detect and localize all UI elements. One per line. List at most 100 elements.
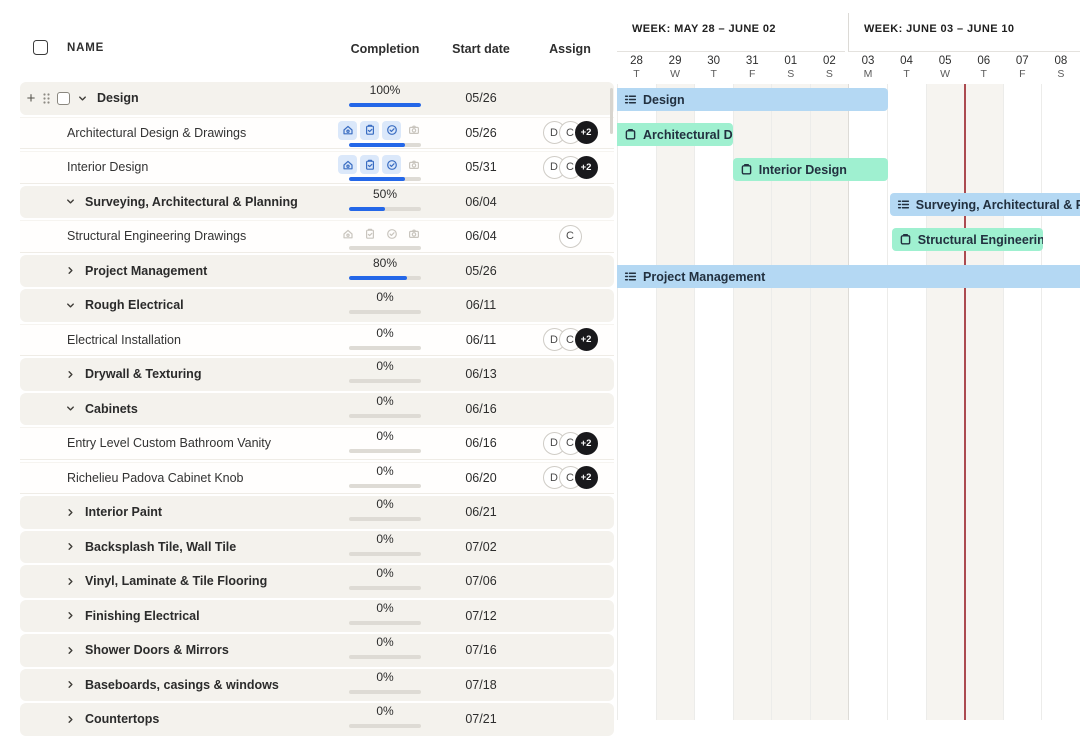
task-name[interactable]: Drywall & Texturing: [85, 367, 201, 381]
task-name[interactable]: Rough Electrical: [85, 298, 184, 312]
assignee-cell[interactable]: [520, 255, 620, 288]
camera-icon[interactable]: [404, 155, 423, 174]
gantt-bar[interactable]: Design: [617, 88, 888, 111]
assignee-cell[interactable]: DC+2: [520, 428, 620, 459]
home-icon[interactable]: [338, 121, 357, 140]
table-row[interactable]: Shower Doors & Mirrors 0%07/16: [20, 634, 614, 667]
row-checkbox[interactable]: [57, 92, 70, 105]
day-header[interactable]: 28T: [617, 55, 656, 80]
camera-icon[interactable]: [404, 121, 423, 140]
table-row[interactable]: Surveying, Architectural & Planning50%06…: [20, 186, 614, 219]
day-header[interactable]: 08S: [1041, 55, 1080, 80]
task-name[interactable]: Shower Doors & Mirrors: [85, 643, 229, 657]
home-icon[interactable]: [338, 224, 357, 243]
completion-cell[interactable]: 80%: [330, 255, 440, 288]
day-header[interactable]: 01S: [771, 55, 810, 80]
chevron-down-icon[interactable]: [64, 299, 76, 311]
assignee-cell[interactable]: [520, 393, 620, 426]
table-row[interactable]: Entry Level Custom Bathroom Vanity0%06/1…: [20, 427, 614, 460]
gantt-bar[interactable]: Architectural Design & Drawings: [617, 123, 733, 146]
completion-cell[interactable]: 0%: [330, 463, 440, 494]
day-header[interactable]: 02S: [810, 55, 849, 80]
completion-cell[interactable]: 0%: [330, 428, 440, 459]
chevron-right-icon[interactable]: [64, 644, 76, 656]
start-date-cell[interactable]: 07/16: [436, 634, 526, 667]
gantt-bar[interactable]: Surveying, Architectural & Planning: [890, 193, 1080, 216]
chevron-right-icon[interactable]: [64, 610, 76, 622]
completion-cell[interactable]: [330, 221, 440, 252]
start-date-cell[interactable]: 06/11: [436, 325, 526, 356]
assignee-cell[interactable]: [520, 600, 620, 633]
chevron-right-icon[interactable]: [64, 265, 76, 277]
completion-cell[interactable]: 0%: [330, 496, 440, 529]
chevron-down-icon[interactable]: [64, 196, 76, 208]
gantt-bar[interactable]: Structural Engineering Drawings: [892, 228, 1044, 251]
check-badge-icon[interactable]: [382, 155, 401, 174]
task-name[interactable]: Interior Design: [67, 160, 148, 174]
task-name[interactable]: Design: [97, 91, 139, 105]
completion-cell[interactable]: 0%: [330, 669, 440, 702]
clipboard-check-icon[interactable]: [360, 155, 379, 174]
gantt-bar[interactable]: Interior Design: [733, 158, 888, 181]
start-date-cell[interactable]: 07/06: [436, 565, 526, 598]
assignee-cell[interactable]: DC+2: [520, 325, 620, 356]
chevron-right-icon[interactable]: [64, 713, 76, 725]
table-row[interactable]: Project Management 80%05/26: [20, 255, 614, 288]
table-row[interactable]: Structural Engineering Drawings06/04C: [20, 220, 614, 253]
completion-cell[interactable]: 0%: [330, 325, 440, 356]
chevron-down-icon[interactable]: [64, 403, 76, 415]
assignee-cell[interactable]: [520, 669, 620, 702]
table-row[interactable]: Backsplash Tile, Wall Tile0%07/02: [20, 531, 614, 564]
completion-cell[interactable]: 0%: [330, 565, 440, 598]
start-date-cell[interactable]: 06/16: [436, 428, 526, 459]
assignee-overflow-badge[interactable]: +2: [575, 466, 598, 489]
start-date-cell[interactable]: 06/21: [436, 496, 526, 529]
table-row[interactable]: Drywall & Texturing0%06/13: [20, 358, 614, 391]
assignee-overflow-badge[interactable]: +2: [575, 328, 598, 351]
start-date-cell[interactable]: 06/16: [436, 393, 526, 426]
assignee-cell[interactable]: C: [520, 221, 620, 252]
table-row[interactable]: Baseboards, casings & windows0%07/18: [20, 669, 614, 702]
assignee-overflow-badge[interactable]: +2: [575, 156, 598, 179]
start-date-cell[interactable]: 05/26: [436, 118, 526, 149]
table-row[interactable]: Architectural Design & Drawings05/26DC+2: [20, 117, 614, 150]
clipboard-check-icon[interactable]: [360, 224, 379, 243]
drag-handle-icon[interactable]: [40, 92, 52, 105]
assignee-cell[interactable]: [520, 186, 620, 219]
table-row[interactable]: Electrical Installation0%06/11DC+2: [20, 324, 614, 357]
assignee-cell[interactable]: [520, 358, 620, 391]
chevron-down-icon[interactable]: [76, 92, 88, 104]
day-header[interactable]: 06T: [964, 55, 1003, 80]
assignee-cell[interactable]: [520, 531, 620, 564]
assignee-cell[interactable]: [520, 634, 620, 667]
task-name[interactable]: Electrical Installation: [67, 333, 181, 347]
day-header[interactable]: 29W: [656, 55, 695, 80]
start-date-cell[interactable]: 06/20: [436, 463, 526, 494]
start-date-cell[interactable]: 06/11: [436, 289, 526, 322]
task-name[interactable]: Project Management: [85, 264, 207, 278]
assignee-overflow-badge[interactable]: +2: [575, 432, 598, 455]
day-header[interactable]: 03M: [848, 55, 887, 80]
start-date-cell[interactable]: 06/13: [436, 358, 526, 391]
start-date-cell[interactable]: 05/26: [436, 255, 526, 288]
chevron-right-icon[interactable]: [64, 368, 76, 380]
completion-cell[interactable]: 0%: [330, 634, 440, 667]
table-row[interactable]: Cabinets0%06/16: [20, 393, 614, 426]
task-name[interactable]: Architectural Design & Drawings: [67, 126, 246, 140]
table-row[interactable]: Interior Paint0%06/21: [20, 496, 614, 529]
table-row[interactable]: Interior Design05/31DC+2: [20, 151, 614, 184]
start-date-cell[interactable]: 07/12: [436, 600, 526, 633]
chevron-right-icon[interactable]: [64, 541, 76, 553]
start-date-cell[interactable]: 06/04: [436, 186, 526, 219]
completion-cell[interactable]: [330, 152, 440, 183]
assignee-cell[interactable]: DC+2: [520, 152, 620, 183]
home-icon[interactable]: [338, 155, 357, 174]
task-name[interactable]: Finishing Electrical: [85, 609, 200, 623]
day-header[interactable]: 05W: [926, 55, 965, 80]
completion-cell[interactable]: 100%: [330, 82, 440, 115]
day-header[interactable]: 31F: [733, 55, 772, 80]
assignee-cell[interactable]: DC+2: [520, 463, 620, 494]
completion-cell[interactable]: 0%: [330, 289, 440, 322]
start-date-cell[interactable]: 07/02: [436, 531, 526, 564]
select-all-checkbox[interactable]: [33, 40, 48, 55]
